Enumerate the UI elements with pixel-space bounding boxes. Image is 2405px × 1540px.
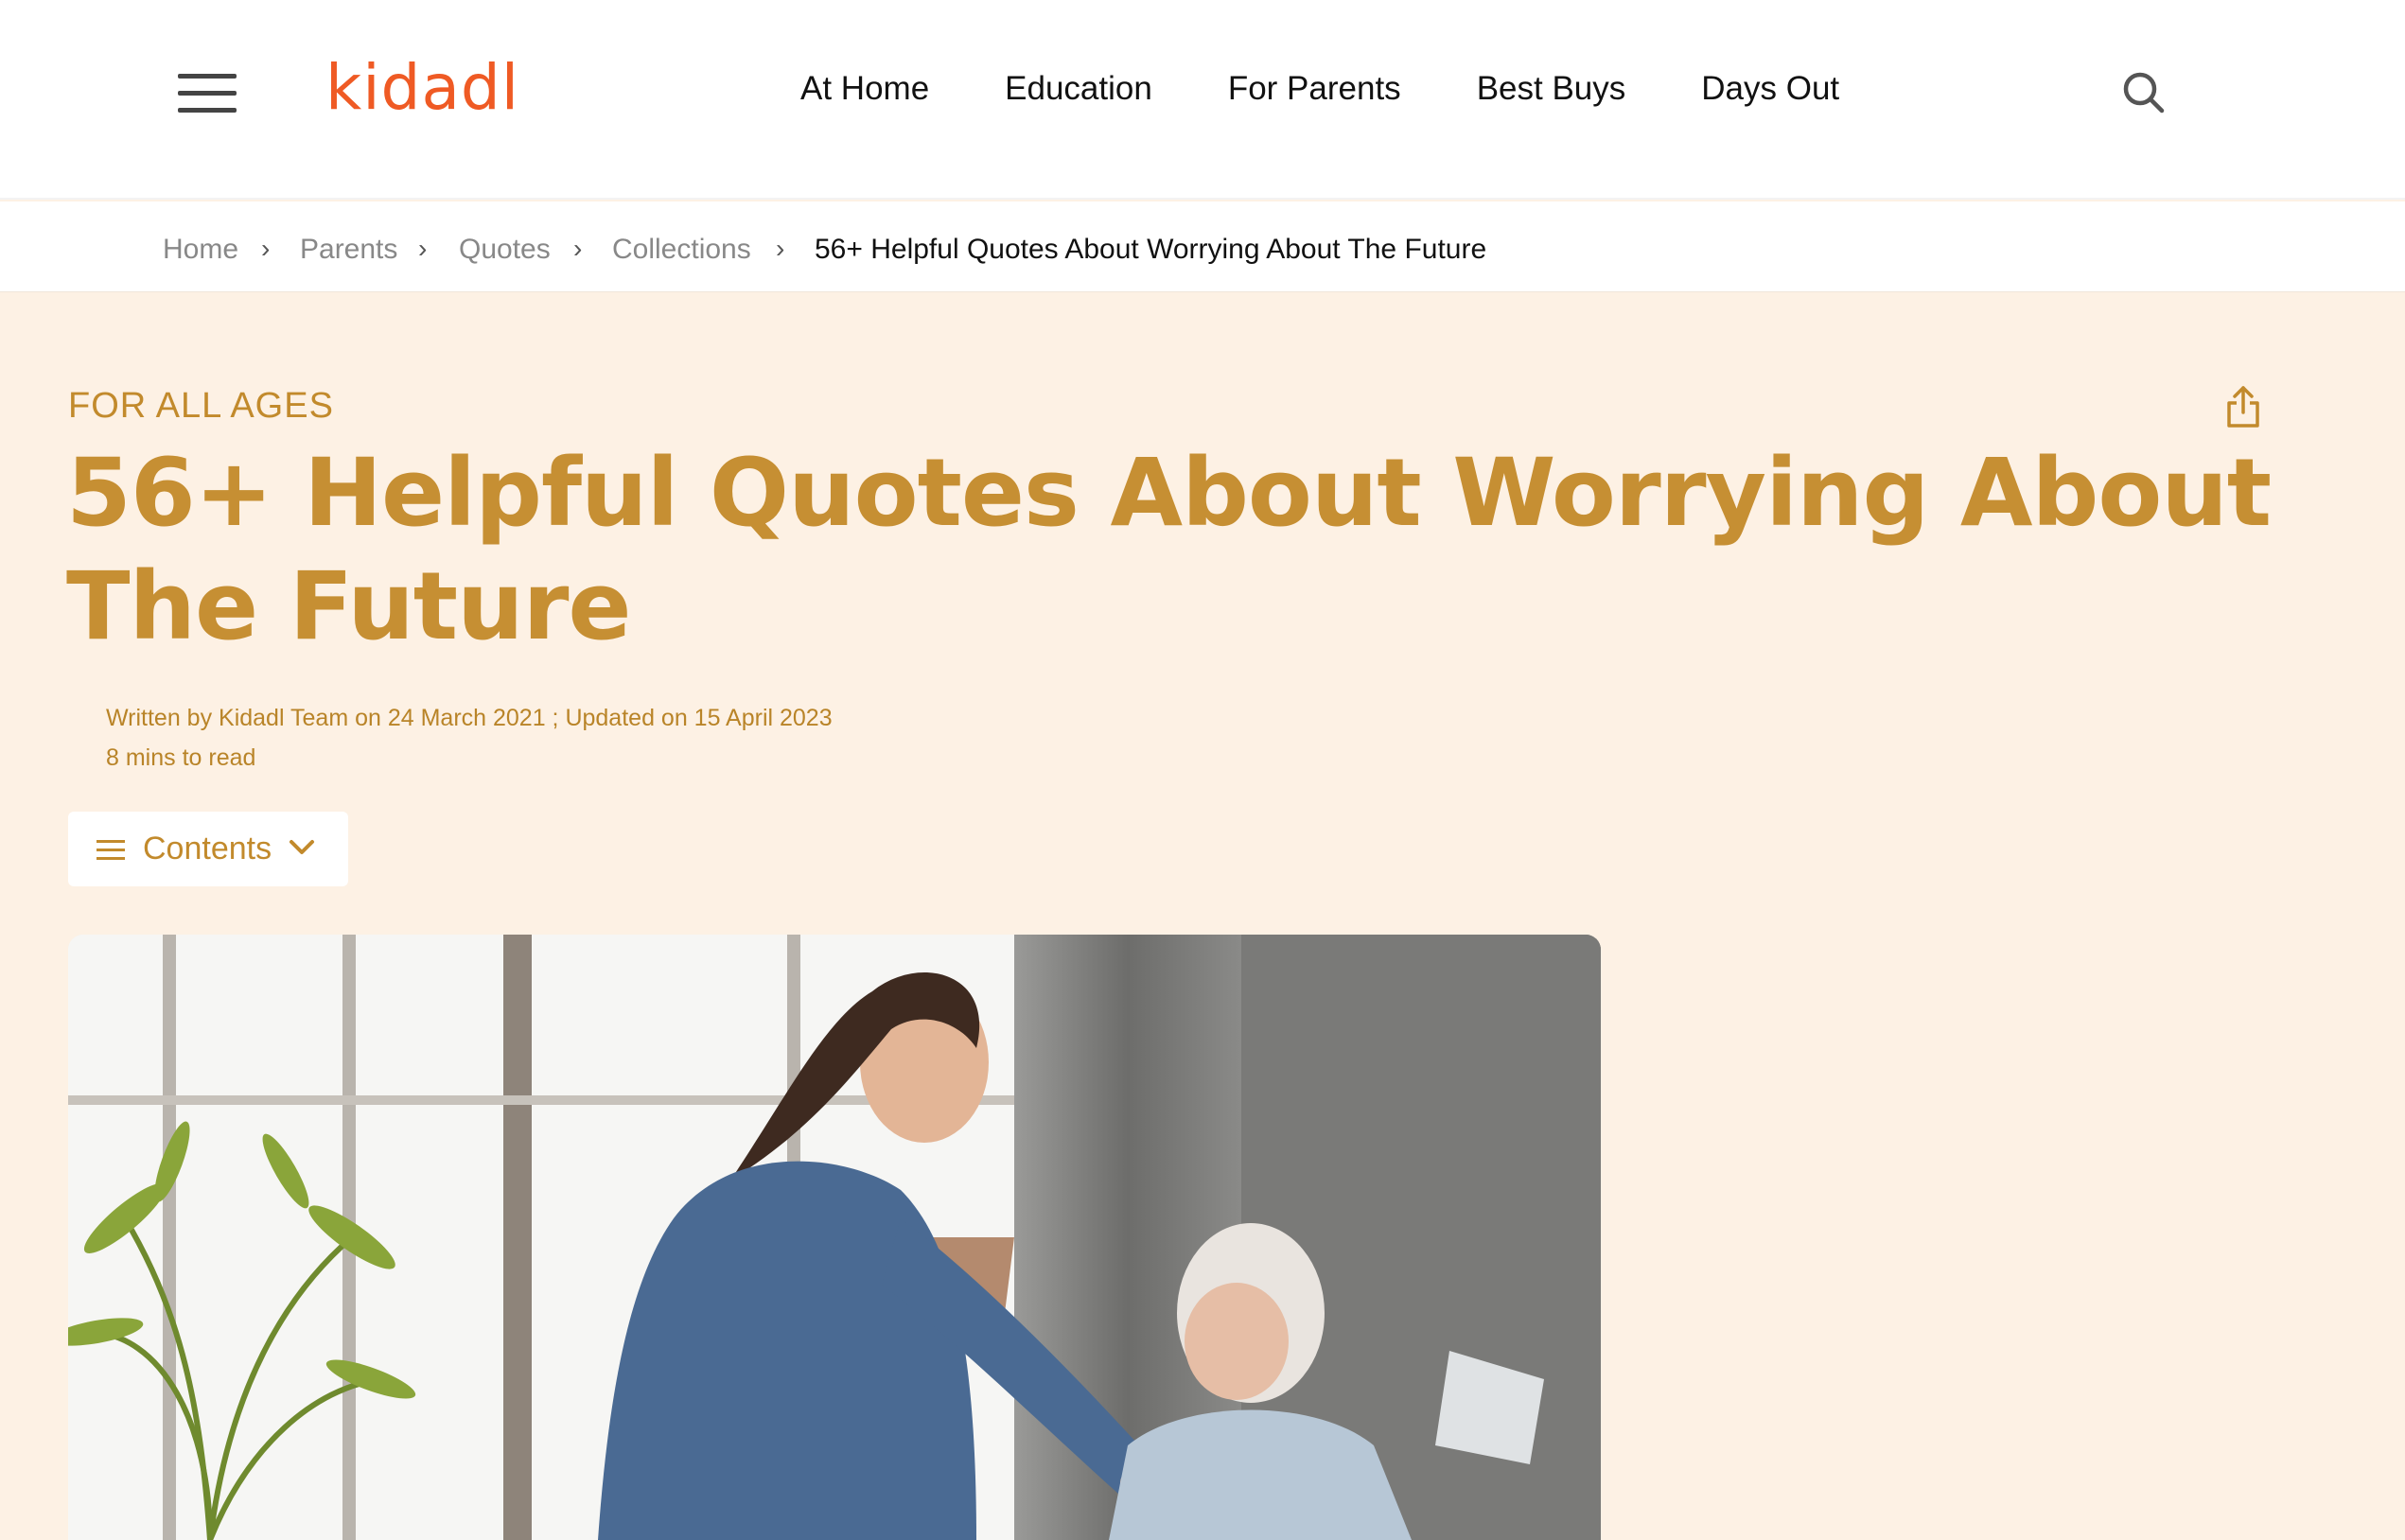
article-read-time: 8 mins to read [106, 744, 256, 771]
breadcrumb: Home › Parents › Quotes › Collections › … [0, 201, 2405, 292]
main-nav: At Home Education For Parents Best Buys … [800, 70, 1915, 108]
kidadl-logo[interactable]: kidadl [325, 51, 519, 124]
hamburger-menu-icon[interactable] [178, 74, 237, 114]
breadcrumb-separator: › [261, 234, 271, 263]
hero-photo [68, 935, 1601, 1540]
site-header: kidadl At Home Education For Parents Bes… [0, 0, 2405, 200]
list-icon [97, 840, 125, 861]
breadcrumb-separator: › [418, 234, 428, 263]
breadcrumb-separator: › [573, 234, 583, 263]
breadcrumb-home[interactable]: Home [163, 234, 238, 266]
contents-dropdown-button[interactable]: Contents [68, 812, 348, 886]
nav-education[interactable]: Education [1005, 70, 1152, 108]
breadcrumb-parents[interactable]: Parents [300, 234, 397, 266]
breadcrumb-current: 56+ Helpful Quotes About Worrying About … [815, 234, 1487, 265]
hero-image [68, 935, 1601, 1540]
chevron-down-icon [290, 840, 314, 854]
nav-for-parents[interactable]: For Parents [1228, 70, 1401, 108]
breadcrumb-collections[interactable]: Collections [612, 234, 751, 266]
nav-best-buys[interactable]: Best Buys [1477, 70, 1626, 108]
breadcrumb-quotes[interactable]: Quotes [459, 234, 551, 266]
search-icon[interactable] [2121, 70, 2167, 115]
article-title: 56+ Helpful Quotes About Worrying About … [66, 439, 2272, 661]
article-meta: Written by Kidadl Team on 24 March 2021 … [106, 698, 833, 778]
contents-label: Contents [143, 831, 272, 866]
nav-at-home[interactable]: At Home [800, 70, 929, 108]
share-icon[interactable] [2225, 384, 2261, 429]
breadcrumb-separator: › [776, 234, 785, 263]
article-byline: Written by Kidadl Team on 24 March 2021 … [106, 705, 833, 731]
nav-days-out[interactable]: Days Out [1701, 70, 1839, 108]
article-category[interactable]: FOR ALL AGES [68, 386, 334, 427]
